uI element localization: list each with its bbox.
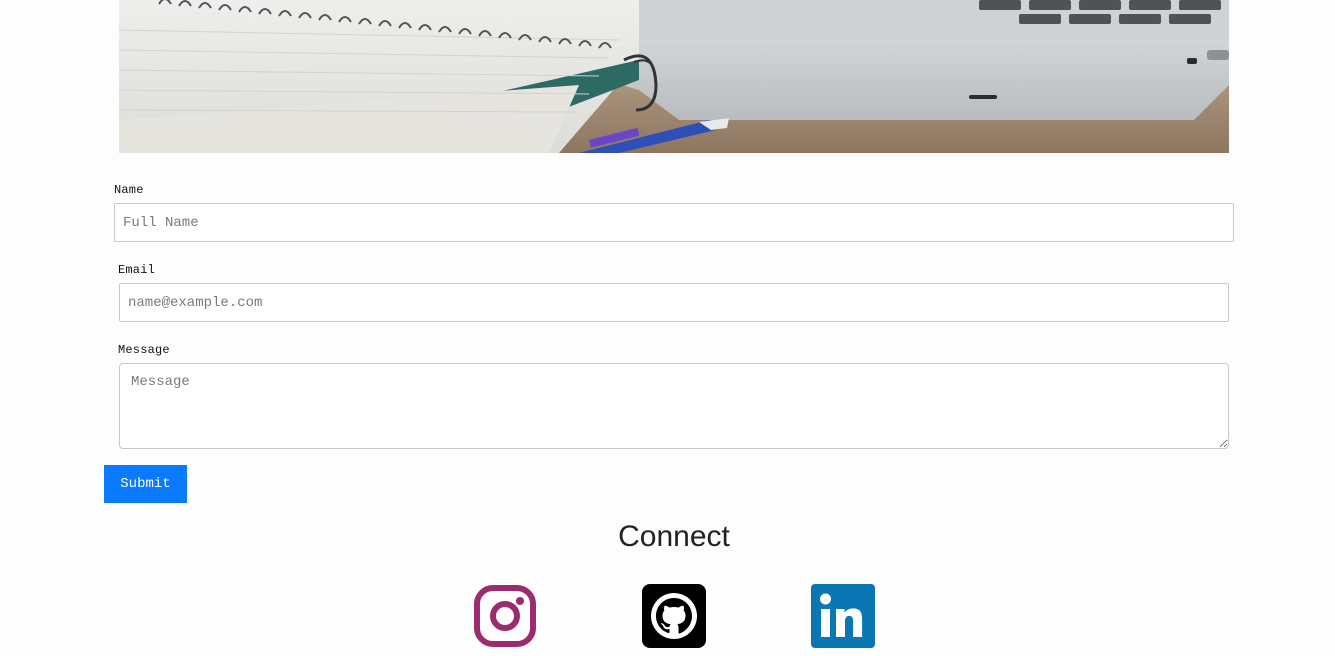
linkedin-icon	[811, 584, 875, 648]
linkedin-link[interactable]	[811, 584, 875, 648]
instagram-icon	[474, 585, 536, 647]
message-label: Message	[118, 343, 170, 357]
email-input[interactable]	[119, 283, 1229, 322]
name-input[interactable]	[114, 203, 1234, 242]
email-label: Email	[118, 263, 156, 277]
name-label: Name	[114, 183, 144, 197]
github-icon	[642, 584, 706, 648]
message-textarea[interactable]	[119, 363, 1229, 449]
hero-image	[119, 0, 1229, 153]
github-link[interactable]	[642, 584, 706, 648]
connect-heading: Connect	[618, 520, 730, 553]
submit-button[interactable]: Submit	[104, 465, 187, 503]
instagram-link[interactable]	[473, 584, 537, 648]
